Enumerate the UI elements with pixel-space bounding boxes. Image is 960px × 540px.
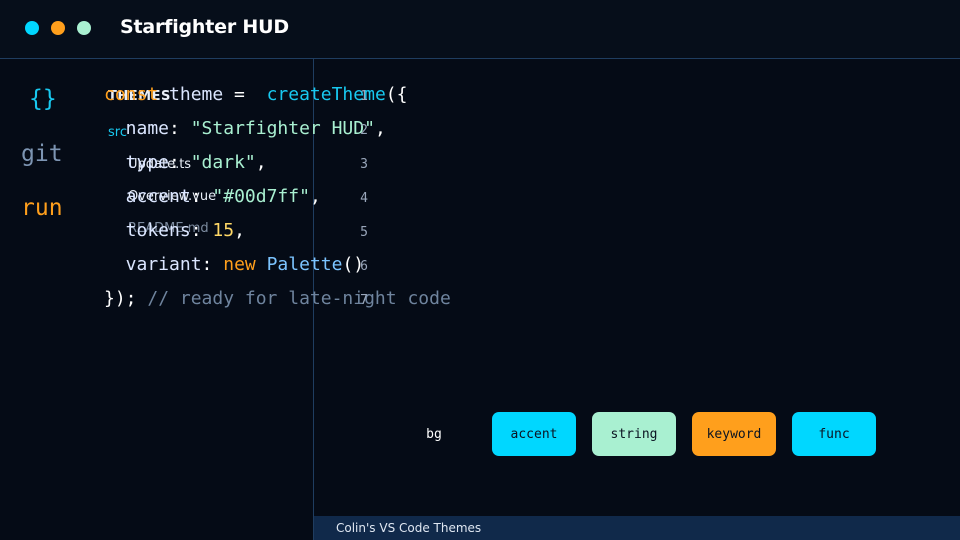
line-number: 3 [360, 157, 368, 172]
window-maximize-dot[interactable] [77, 21, 91, 35]
window-minimize-dot[interactable] [51, 21, 65, 35]
code-token: ({ [385, 84, 408, 105]
code-token: , [309, 186, 321, 207]
code-token: : [201, 254, 224, 275]
line-number: 5 [360, 225, 368, 240]
code-token: 15 [212, 220, 235, 241]
activity-item-git[interactable]: git [21, 141, 63, 167]
app-title: Starfighter HUD [120, 16, 289, 38]
code-token: const [104, 84, 159, 105]
activity-bar [0, 59, 90, 540]
code-token: // ready for late-night code [136, 288, 451, 309]
code-token: "dark" [190, 152, 256, 173]
swatch-keyword[interactable]: keyword [692, 412, 776, 456]
code-line[interactable]: type: "dark", [104, 152, 267, 173]
status-bar: Colin's VS Code Themes [314, 516, 960, 540]
window-close-dot[interactable] [25, 21, 39, 35]
code-token: : [169, 118, 191, 139]
code-token: : [169, 152, 191, 173]
code-token: type [104, 152, 170, 173]
code-line[interactable]: name: "Starfighter HUD", [104, 118, 386, 139]
activity-item-extensions[interactable]: {} [29, 86, 57, 112]
swatch-bg[interactable]: bg [402, 412, 466, 456]
code-token: variant [104, 254, 202, 275]
code-token: accent [104, 186, 191, 207]
code-token: "#00d7ff" [212, 186, 310, 207]
status-text: Colin's VS Code Themes [336, 521, 482, 535]
code-token: new [223, 254, 267, 275]
swatch-func[interactable]: func [792, 412, 876, 456]
code-token: tokens [104, 220, 191, 241]
code-line[interactable]: tokens: 15, [104, 220, 245, 241]
code-token: createTheme [266, 84, 386, 105]
activity-item-run[interactable]: run [21, 195, 63, 221]
code-line[interactable]: variant: new Palette() [104, 254, 364, 275]
swatch-accent[interactable]: accent [492, 412, 576, 456]
code-token: = [234, 84, 245, 105]
code-token: : [190, 186, 213, 207]
code-token: : [190, 220, 213, 241]
code-token: Palette [266, 254, 343, 275]
swatch-string[interactable]: string [592, 412, 676, 456]
line-number: 4 [360, 191, 368, 206]
code-token: theme [158, 84, 235, 105]
code-token: , [255, 152, 267, 173]
code-token: name [104, 118, 170, 139]
title-bar: Starfighter HUD [0, 0, 960, 59]
code-token: , [374, 118, 386, 139]
code-token: }); [104, 288, 137, 309]
code-token: "Starfighter HUD" [190, 118, 375, 139]
code-token: , [234, 220, 245, 241]
code-line[interactable]: }); // ready for late-night code [104, 288, 451, 309]
code-token: () [342, 254, 365, 275]
code-line[interactable]: const theme = createTheme({ [104, 84, 407, 105]
code-line[interactable]: accent: "#00d7ff", [104, 186, 321, 207]
